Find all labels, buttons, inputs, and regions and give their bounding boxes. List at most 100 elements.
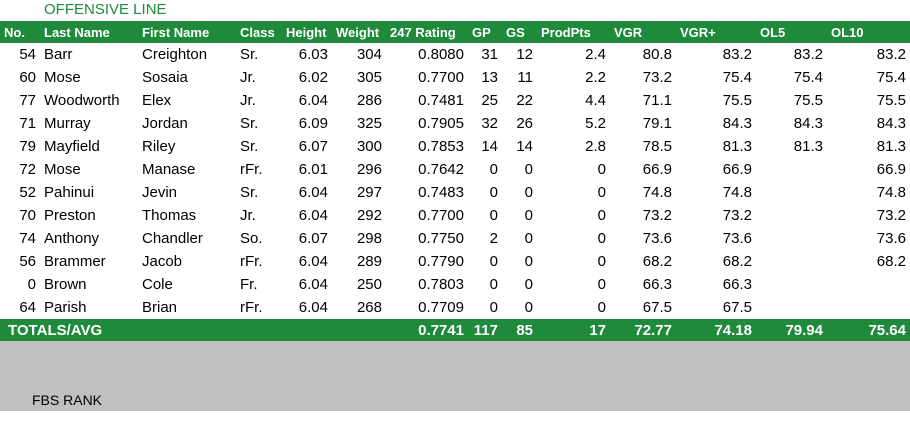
table-cell: 73.6 — [722, 230, 752, 247]
table-cell: 0 — [489, 253, 498, 270]
table-cell: 79.1 — [642, 115, 672, 132]
table-cell: 0.7853 — [418, 138, 464, 155]
column-header: Height — [286, 24, 327, 40]
table-cell: 6.03 — [298, 46, 328, 63]
table-row: 79 Mayfield Riley Sr. 6.07 300 0.7853 14 14 2.8 78… — [0, 135, 910, 158]
table-cell: Creighton — [142, 46, 208, 63]
table-cell — [827, 296, 910, 319]
table-cell: 83.2 — [793, 46, 823, 63]
table-body: 54 Barr Creighton Sr. 6.03 304 0.8080 31 12 2.4 80… — [0, 43, 910, 319]
table-cell: 75.4 — [876, 69, 906, 86]
table-cell: Thomas — [142, 207, 197, 224]
table-cell: 0.7750 — [418, 230, 464, 247]
table-cell: 71 — [19, 115, 36, 132]
totals-gs: 85 — [516, 321, 533, 339]
table-cell: 5.2 — [585, 115, 606, 132]
table-cell: 0 — [524, 230, 533, 247]
table-cell: 0 — [597, 299, 606, 316]
table-cell: 304 — [356, 46, 382, 63]
table-cell: 6.02 — [298, 69, 328, 86]
totals-row: TOTALS/AVG 0.7741 117 85 17 72.77 74.18 … — [0, 319, 910, 341]
table-cell: 268 — [356, 299, 382, 316]
table-cell: 0 — [489, 299, 498, 316]
table-cell: 73.6 — [642, 230, 672, 247]
column-header: OL5 — [760, 24, 786, 40]
table-cell: 74.8 — [642, 184, 672, 201]
table-cell: 298 — [356, 230, 382, 247]
column-header: First Name — [142, 24, 210, 40]
column-header: Class — [240, 24, 275, 40]
table-cell: 25 — [481, 92, 498, 109]
column-header: VGR+ — [680, 24, 716, 40]
table-cell: Mayfield — [44, 138, 100, 155]
totals-gp: 117 — [473, 321, 498, 339]
table-cell: 0.7803 — [418, 276, 464, 293]
table-cell: 56 — [19, 253, 36, 270]
table-cell: Jevin — [142, 184, 178, 201]
table-cell: Riley — [142, 138, 176, 155]
column-header: GP — [472, 24, 491, 40]
table-cell: Sr. — [240, 138, 259, 155]
header-row: No. Last Name First Name Class Height Weight 2… — [0, 21, 910, 43]
table-cell: 0 — [489, 276, 498, 293]
table-cell: Woodworth — [44, 92, 120, 109]
table-cell: 14 — [516, 138, 533, 155]
table-cell: 66.9 — [642, 161, 672, 178]
table-cell: 81.3 — [793, 138, 823, 155]
table-cell: 84.3 — [793, 115, 823, 132]
table-cell: 66.3 — [722, 276, 752, 293]
totals-ol5: 79.94 — [785, 321, 823, 339]
table-cell — [756, 296, 827, 319]
table-cell: 68.2 — [876, 253, 906, 270]
table-cell: 0 — [524, 253, 533, 270]
table-cell: 0 — [524, 276, 533, 293]
table-cell: Brian — [142, 299, 178, 316]
section-title: OFFENSIVE LINE — [44, 1, 167, 18]
table-row: 74 Anthony Chandler So. 6.07 298 0.7750 2 0 0 73.6… — [0, 227, 910, 250]
table-cell: Brown — [44, 276, 87, 293]
table-cell: Manase — [142, 161, 196, 178]
table-cell — [756, 204, 827, 227]
table-cell: 66.9 — [876, 161, 906, 178]
table-cell: 73.2 — [642, 69, 672, 86]
table-cell: 74 — [19, 230, 36, 247]
table-cell: 14 — [481, 138, 498, 155]
table-cell: 289 — [356, 253, 382, 270]
table-cell: rFr. — [240, 253, 263, 270]
table-cell: 64 — [19, 299, 36, 316]
table-cell: 0 — [597, 276, 606, 293]
table-cell: 13 — [481, 69, 498, 86]
table-cell: 6.07 — [298, 138, 328, 155]
table-cell: 0 — [524, 184, 533, 201]
table-cell: 74.8 — [876, 184, 906, 201]
table-row: 56 Brammer Jacob rFr. 6.04 289 0.7790 0 0 0 68.2 68… — [0, 250, 910, 273]
table-cell: Sr. — [240, 115, 259, 132]
table-cell: 73.6 — [876, 230, 906, 247]
table-cell: So. — [240, 230, 263, 247]
table-cell: 84.3 — [722, 115, 752, 132]
table-cell: 75.5 — [876, 92, 906, 109]
table-cell: 75.5 — [793, 92, 823, 109]
table-cell: 22 — [516, 92, 533, 109]
table-cell: 297 — [356, 184, 382, 201]
table-cell: 78.5 — [642, 138, 672, 155]
table-cell: Jr. — [240, 92, 256, 109]
table-row: 71 Murray Jordan Sr. 6.09 325 0.7905 32 26 5.2 79.… — [0, 112, 910, 135]
table-cell: 0.7642 — [418, 161, 464, 178]
table-cell: 0 — [597, 207, 606, 224]
column-header: No. — [4, 24, 25, 40]
table-cell: Sr. — [240, 46, 259, 63]
table-cell: 81.3 — [722, 138, 752, 155]
table-cell: 250 — [356, 276, 382, 293]
table-cell: 6.01 — [298, 161, 328, 178]
column-header: GS — [506, 24, 525, 40]
roster-table: No. Last Name First Name Class Height Weight 2… — [0, 21, 910, 341]
table-cell: 52 — [19, 184, 36, 201]
table-cell: 73.2 — [722, 207, 752, 224]
table-cell: 286 — [356, 92, 382, 109]
table-cell: 0 — [489, 161, 498, 178]
table-cell: Barr — [44, 46, 73, 63]
table-cell: 305 — [356, 69, 382, 86]
table-row: 0 Brown Cole Fr. 6.04 250 0.7803 0 0 0 66.3 66.3 — [0, 273, 910, 296]
table-row: 77 Woodworth Elex Jr. 6.04 286 0.7481 25 22 4.4 71… — [0, 89, 910, 112]
